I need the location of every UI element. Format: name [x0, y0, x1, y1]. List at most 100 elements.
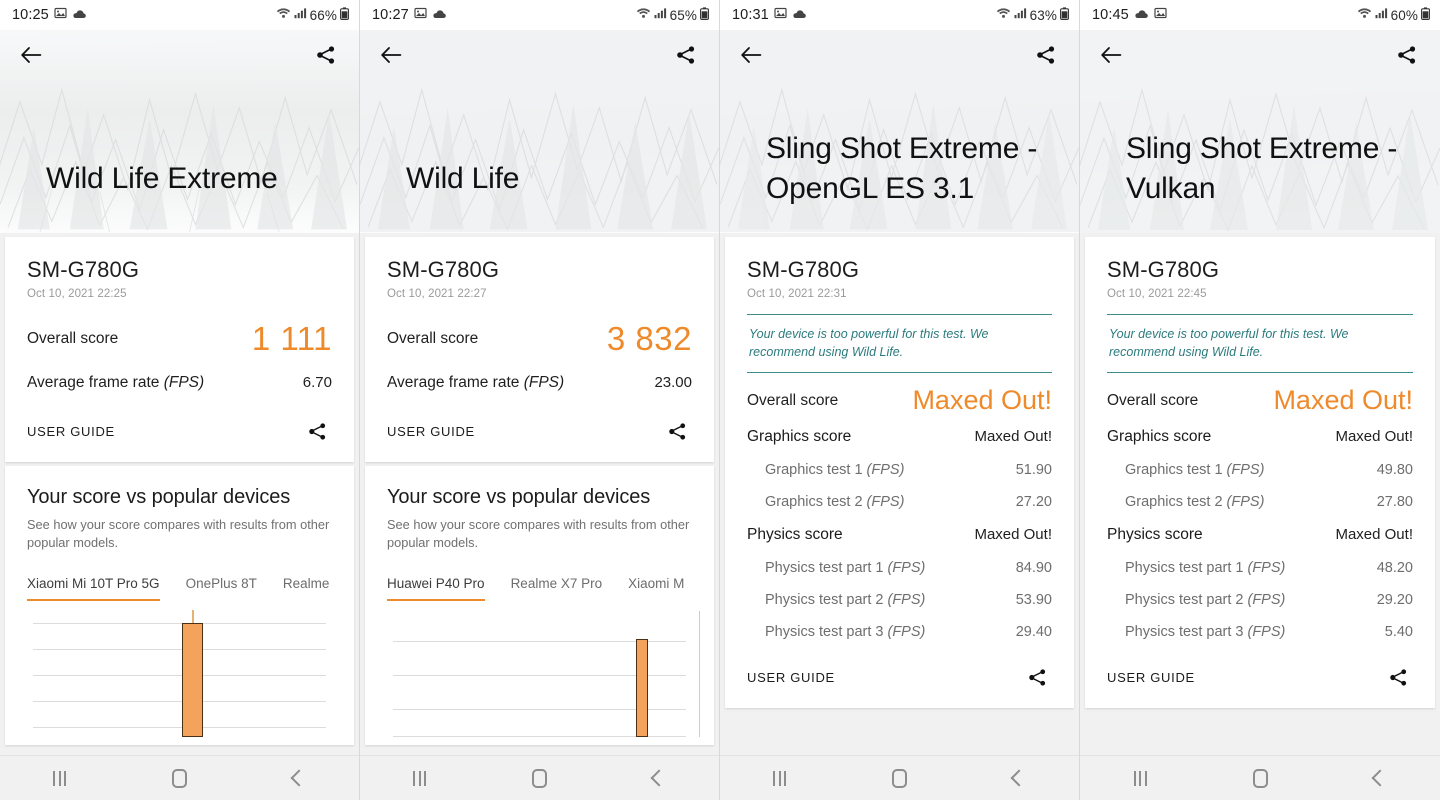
hero-banner: Wild Life Extreme — [0, 30, 359, 233]
metric-row: Graphics test 2 (FPS) 27.80 — [1107, 486, 1413, 518]
tab-device-1[interactable]: OnePlus 8T — [186, 572, 257, 601]
app-bar — [360, 30, 719, 80]
battery-icon — [1421, 6, 1430, 24]
battery-percent: 63% — [1029, 7, 1057, 23]
system-nav-bar — [0, 755, 359, 800]
tab-device-1[interactable]: Realme X7 Pro — [511, 572, 603, 601]
system-nav-bar — [1080, 755, 1440, 800]
overall-score-label: Overall score — [747, 391, 839, 409]
content-scroll[interactable]: SM-G780G Oct 10, 2021 22:27 Overall scor… — [360, 233, 719, 755]
content-scroll[interactable]: SM-G780G Oct 10, 2021 22:45 Your device … — [1080, 233, 1440, 755]
user-guide-link[interactable]: USER GUIDE — [27, 424, 115, 439]
status-bar-left: 10:27 — [372, 7, 447, 23]
recent-apps-icon[interactable] — [392, 758, 448, 798]
cloud-icon — [1134, 7, 1149, 23]
share-icon[interactable] — [662, 416, 692, 446]
back-icon[interactable] — [631, 758, 687, 798]
metric-row: Physics test part 2 (FPS) 29.20 — [1107, 584, 1413, 616]
recent-apps-icon[interactable] — [752, 758, 808, 798]
recent-apps-icon[interactable] — [1112, 758, 1168, 798]
image-icon — [54, 7, 67, 23]
metric-value: 23.00 — [654, 374, 692, 391]
wifi-icon — [1357, 7, 1372, 23]
result-date: Oct 10, 2021 22:31 — [747, 288, 847, 300]
back-arrow-icon[interactable] — [1096, 40, 1126, 70]
overall-score-label: Overall score — [1107, 391, 1199, 409]
overall-score-value: 1 111 — [251, 320, 332, 357]
overall-score-label: Overall score — [387, 329, 479, 347]
user-guide-link[interactable]: USER GUIDE — [387, 424, 475, 439]
metric-label: Physics test part 3 (FPS) — [765, 624, 926, 640]
metric-value: Maxed Out! — [1335, 526, 1413, 543]
tab-device-2[interactable]: Xiaomi M — [628, 572, 684, 601]
recommendation-text: Your device is too powerful for this tes… — [749, 327, 989, 359]
share-icon[interactable] — [1022, 662, 1052, 692]
metric-row: Physics test part 2 (FPS) 53.90 — [747, 584, 1052, 616]
home-icon[interactable] — [871, 758, 927, 798]
metric-label: Graphics test 2 (FPS) — [765, 494, 905, 510]
tab-device-2[interactable]: Realme — [283, 572, 330, 601]
status-bar-right: 60% — [1357, 6, 1430, 24]
device-tabs[interactable]: Huawei P40 Pro Realme X7 Pro Xiaomi M — [387, 572, 692, 601]
phone-screen-3: 10:31 63% Sling Shot Extreme - OpenGL ES… — [720, 0, 1080, 800]
back-icon[interactable] — [1352, 758, 1408, 798]
tab-device-0[interactable]: Xiaomi Mi 10T Pro 5G — [27, 572, 160, 601]
device-name: SM-G780G — [1107, 257, 1220, 282]
home-icon[interactable] — [1232, 758, 1288, 798]
share-icon[interactable] — [1383, 662, 1413, 692]
phone-screen-4: 10:45 60% Sling Shot Extreme - Vulkan SM… — [1080, 0, 1440, 800]
metric-label: Average frame rate (FPS) — [27, 374, 205, 391]
compare-chart — [387, 611, 701, 737]
metric-value: 51.90 — [1015, 462, 1052, 478]
recommendation-text: Your device is too powerful for this tes… — [1109, 327, 1349, 359]
tab-device-0[interactable]: Huawei P40 Pro — [387, 572, 485, 601]
battery-percent: 66% — [309, 7, 337, 23]
hero-banner: Sling Shot Extreme - Vulkan — [1080, 30, 1440, 233]
compare-card: Your score vs popular devices See how yo… — [365, 466, 714, 745]
recent-apps-icon[interactable] — [32, 758, 88, 798]
metric-row: Physics test part 3 (FPS) 5.40 — [1107, 616, 1413, 648]
hero-title: Wild Life — [406, 162, 520, 195]
cloud-icon — [792, 7, 807, 23]
signal-icon — [1014, 7, 1027, 23]
score-card: SM-G780G Oct 10, 2021 22:27 Overall scor… — [365, 237, 714, 462]
metric-label: Physics test part 1 (FPS) — [1125, 560, 1286, 576]
back-arrow-icon[interactable] — [736, 40, 766, 70]
metric-label: Physics score — [747, 526, 843, 543]
share-icon[interactable] — [1031, 40, 1061, 70]
signal-icon — [1375, 7, 1388, 23]
hero-title: Sling Shot Extreme - Vulkan — [1126, 132, 1398, 205]
overall-score-row: Overall score 1 111 — [27, 300, 332, 363]
cloud-icon — [432, 7, 447, 23]
metric-row: Physics test part 3 (FPS) 29.40 — [747, 616, 1052, 648]
overall-score-row: Overall score Maxed Out! — [1107, 373, 1413, 420]
status-bar: 10:31 63% — [720, 0, 1079, 30]
chart-bar-your-score — [182, 623, 203, 737]
status-time: 10:25 — [12, 7, 49, 23]
overall-score-row: Overall score 3 832 — [387, 300, 692, 363]
metric-value: Maxed Out! — [974, 428, 1052, 445]
user-guide-link[interactable]: USER GUIDE — [1107, 670, 1195, 685]
back-icon[interactable] — [991, 758, 1047, 798]
status-bar-right: 66% — [276, 6, 349, 24]
share-icon[interactable] — [302, 416, 332, 446]
metric-row: Average frame rate (FPS) 6.70 — [27, 363, 332, 402]
content-scroll[interactable]: SM-G780G Oct 10, 2021 22:25 Overall scor… — [0, 233, 359, 755]
device-tabs[interactable]: Xiaomi Mi 10T Pro 5G OnePlus 8T Realme — [27, 572, 332, 601]
metric-value: 84.90 — [1015, 560, 1052, 576]
metric-row: Average frame rate (FPS) 23.00 — [387, 363, 692, 402]
back-icon[interactable] — [271, 758, 327, 798]
status-bar-right: 63% — [996, 6, 1069, 24]
share-icon[interactable] — [1392, 40, 1422, 70]
back-arrow-icon[interactable] — [376, 40, 406, 70]
result-date: Oct 10, 2021 22:45 — [1107, 288, 1207, 300]
share-icon[interactable] — [311, 40, 341, 70]
user-guide-link[interactable]: USER GUIDE — [747, 670, 835, 685]
battery-icon — [700, 6, 709, 24]
share-icon[interactable] — [671, 40, 701, 70]
back-arrow-icon[interactable] — [16, 40, 46, 70]
home-icon[interactable] — [511, 758, 567, 798]
metric-row: Graphics test 1 (FPS) 49.80 — [1107, 454, 1413, 486]
content-scroll[interactable]: SM-G780G Oct 10, 2021 22:31 Your device … — [720, 233, 1079, 755]
home-icon[interactable] — [151, 758, 207, 798]
